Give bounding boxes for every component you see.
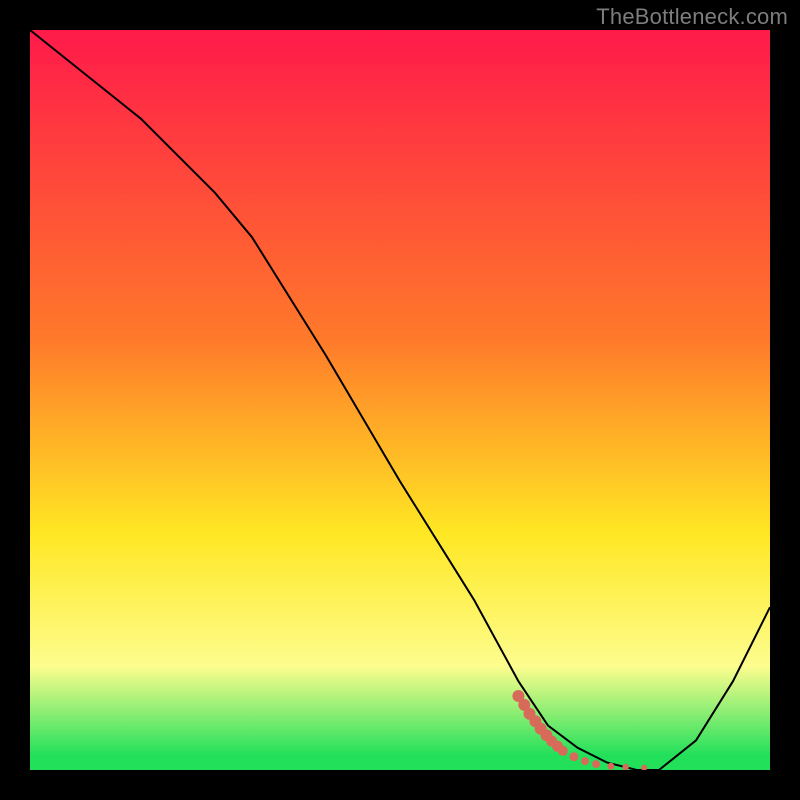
chart-frame: TheBottleneck.com xyxy=(0,0,800,800)
highlight-dot xyxy=(592,760,600,768)
highlight-dot xyxy=(623,764,629,770)
plot-area xyxy=(30,30,770,770)
highlight-dot xyxy=(581,757,589,765)
chart-svg xyxy=(30,30,770,770)
highlight-dot xyxy=(558,746,568,756)
gradient-background xyxy=(30,30,770,770)
watermark-text: TheBottleneck.com xyxy=(596,4,788,30)
highlight-dot xyxy=(607,763,614,770)
highlight-dot xyxy=(569,752,578,761)
